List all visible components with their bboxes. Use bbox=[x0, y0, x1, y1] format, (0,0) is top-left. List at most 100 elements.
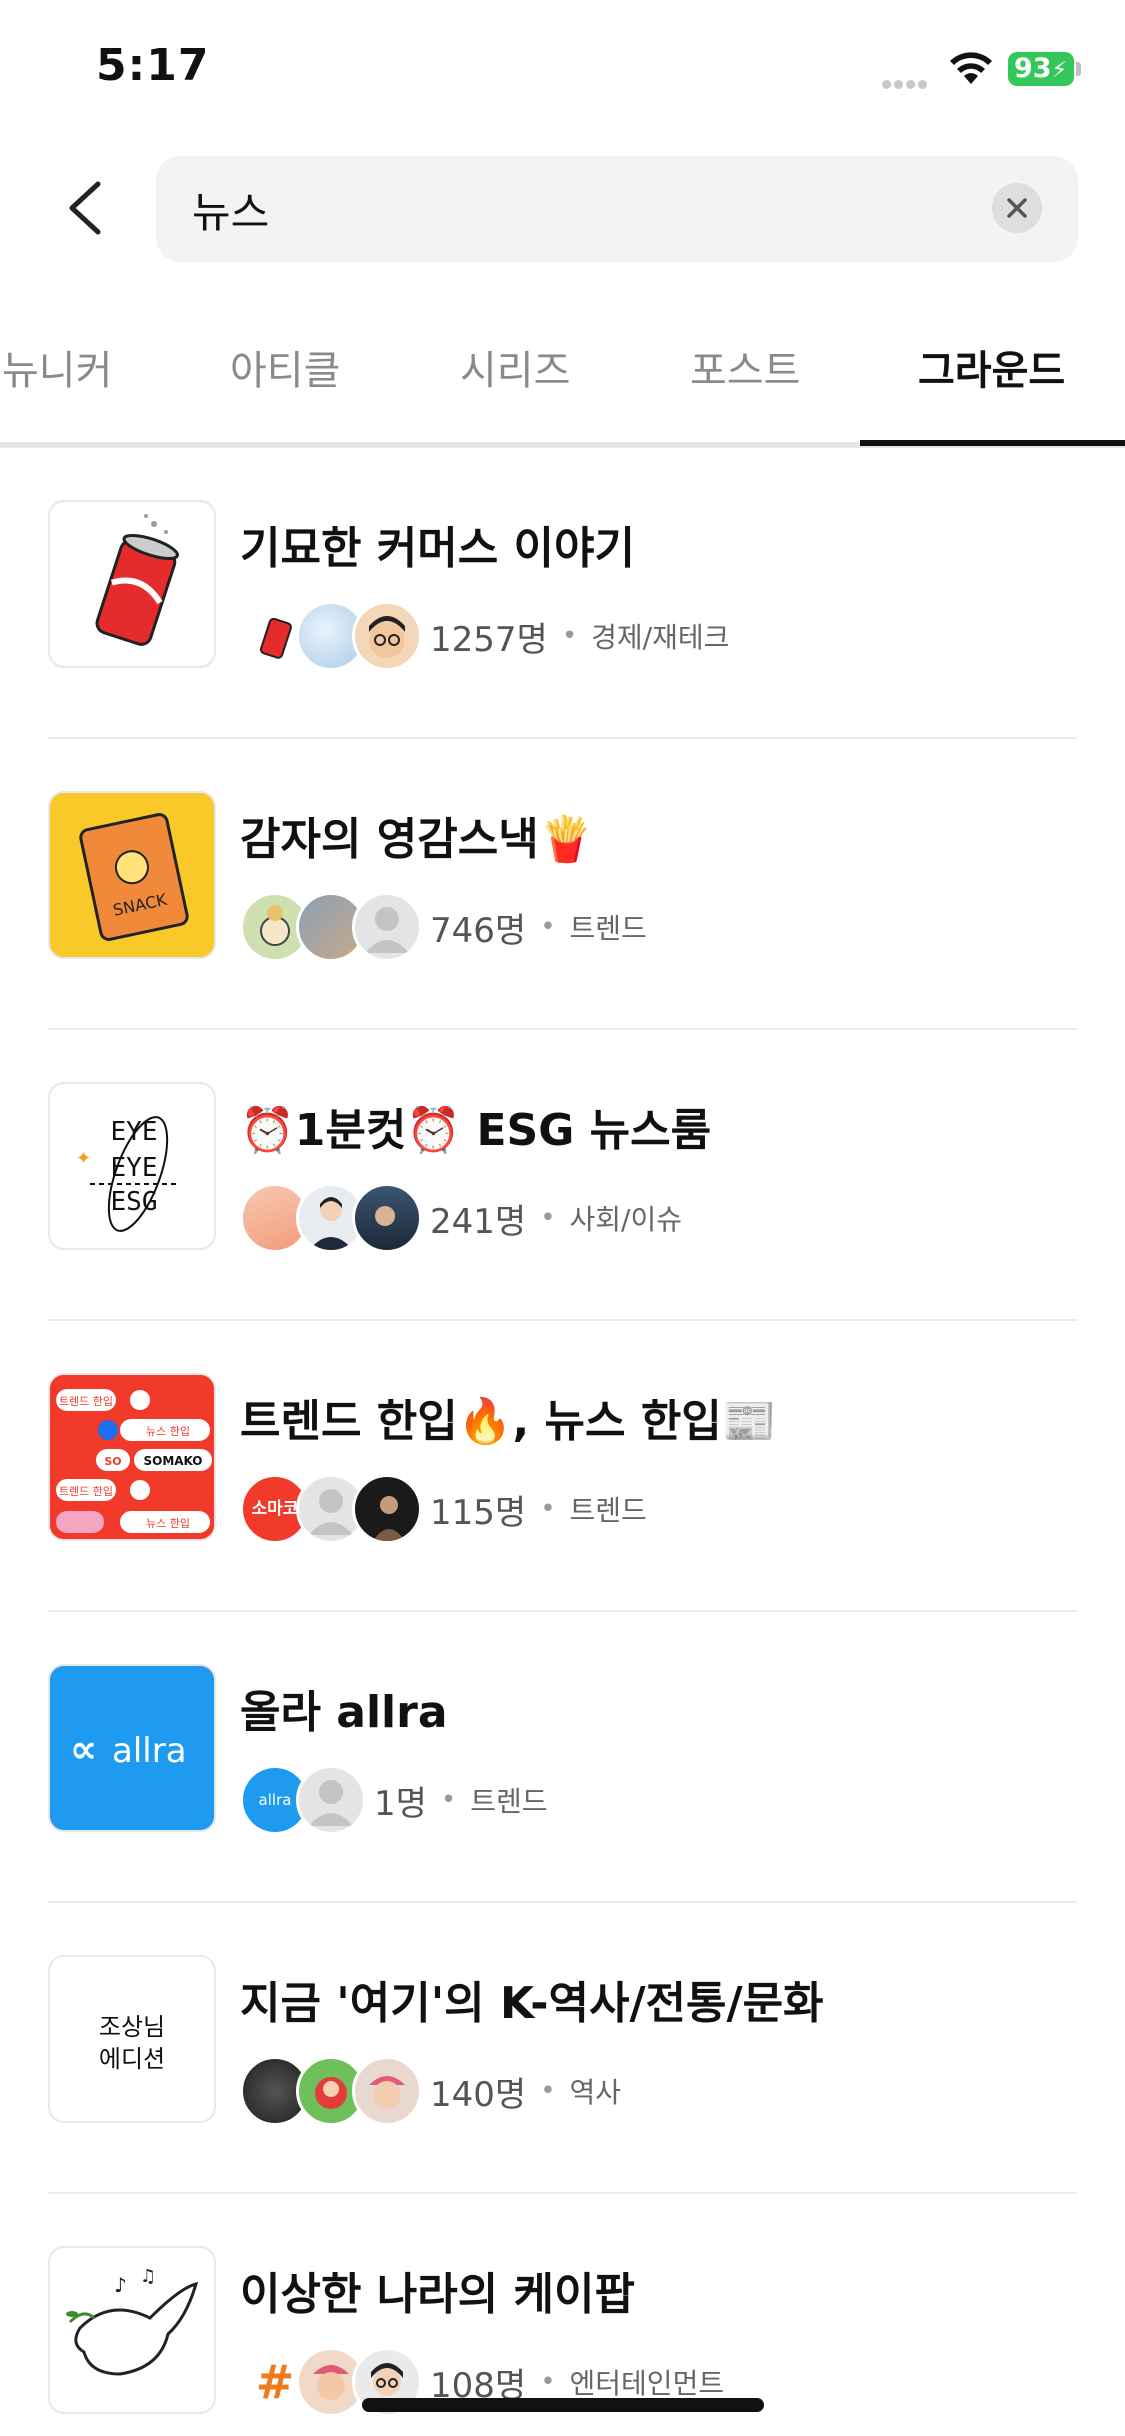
close-icon bbox=[1007, 198, 1027, 218]
avatar bbox=[352, 601, 422, 671]
somako-pill-6: 뉴스 한입 bbox=[146, 1517, 190, 1530]
ground-title: 올라 allra bbox=[240, 1687, 448, 1738]
avatar bbox=[352, 892, 422, 962]
status-bar: 5:17 93⚡ bbox=[0, 0, 1125, 140]
ground-thumbnail: 조상님 에디션 bbox=[48, 1955, 216, 2123]
ground-meta: 746명 • 트렌드 bbox=[240, 891, 647, 963]
avatar bbox=[352, 2056, 422, 2126]
tab-series[interactable]: 시리즈 bbox=[460, 338, 570, 396]
somako-pill-2: 뉴스 한입 bbox=[146, 1425, 190, 1438]
avatar bbox=[296, 1765, 366, 1835]
eye-esg-logo: EYE EYE ESG ✦ bbox=[50, 1084, 214, 1248]
back-arrow-icon[interactable] bbox=[60, 176, 116, 240]
edition-text-2: 에디션 bbox=[98, 2045, 166, 2073]
somako-pill-3: SO bbox=[104, 1455, 121, 1468]
ground-thumbnail: ♪ ♫ bbox=[48, 2246, 216, 2414]
ground-item[interactable]: 조상님 에디션 지금 '여기'의 K-역사/전통/문화 140명 • 역사 bbox=[0, 1903, 1125, 2194]
ground-item[interactable]: 트렌드 한입 뉴스 한입 SO SOMAKO 트렌드 한입 뉴스 한입 트렌드 … bbox=[0, 1321, 1125, 1612]
ground-title: ⏰1분컷⏰ ESG 뉴스룸 bbox=[240, 1105, 712, 1156]
member-avatars bbox=[240, 892, 422, 962]
ground-title: 기묘한 커머스 이야기 bbox=[240, 523, 635, 574]
dove-icon: ♪ ♫ bbox=[50, 2248, 214, 2412]
tab-newneeker[interactable]: 뉴니커 bbox=[2, 338, 112, 396]
ground-category: 엔터테인먼트 bbox=[569, 2367, 725, 2400]
member-avatars bbox=[240, 601, 422, 671]
tab-post[interactable]: 포스트 bbox=[690, 338, 800, 396]
battery-level: 93 bbox=[1014, 53, 1052, 84]
ground-meta: allra 1명 • 트렌드 bbox=[240, 1764, 548, 1836]
ground-category: 사회/이슈 bbox=[569, 1203, 683, 1236]
home-indicator[interactable] bbox=[362, 2398, 764, 2412]
svg-text:♪: ♪ bbox=[114, 2273, 127, 2297]
member-count: 1257명 bbox=[430, 619, 548, 660]
avatar-logo-text: 소마코 bbox=[251, 1499, 299, 1519]
status-time: 5:17 bbox=[96, 40, 210, 91]
ground-title: 감자의 영감스낵🍟 bbox=[240, 814, 594, 865]
member-count: 241명 bbox=[430, 1201, 527, 1242]
battery-nub bbox=[1076, 62, 1081, 76]
separator-dot: • bbox=[440, 1785, 457, 1815]
ground-category: 트렌드 bbox=[470, 1785, 548, 1818]
search-tabs: 뉴니커 아티클 시리즈 포스트 그라운드 bbox=[0, 300, 1125, 448]
ground-thumbnail: 트렌드 한입 뉴스 한입 SO SOMAKO 트렌드 한입 뉴스 한입 bbox=[48, 1373, 216, 1541]
member-count: 746명 bbox=[430, 910, 527, 951]
ground-item[interactable]: EYE EYE ESG ✦ ⏰1분컷⏰ ESG 뉴스룸 241명 • 사회/이슈 bbox=[0, 1030, 1125, 1321]
somako-pill-1: 트렌드 한입 bbox=[59, 1395, 113, 1408]
ground-category: 역사 bbox=[569, 2076, 622, 2109]
member-count: 1명 bbox=[374, 1783, 427, 1824]
ground-meta: 1257명 • 경제/재테크 bbox=[240, 600, 729, 672]
somako-pill-4: SOMAKO bbox=[143, 1454, 202, 1468]
ground-item[interactable]: 기묘한 커머스 이야기 1257명 • 경제/재테크 bbox=[0, 448, 1125, 739]
avatar bbox=[352, 1474, 422, 1544]
ground-meta: 241명 • 사회/이슈 bbox=[240, 1182, 682, 1254]
svg-text:∝: ∝ bbox=[70, 1727, 97, 1771]
battery-icon: 93⚡ bbox=[1008, 52, 1074, 86]
allra-text: allra bbox=[112, 1731, 187, 1771]
member-avatars: allra bbox=[240, 1765, 366, 1835]
active-tab-indicator bbox=[860, 440, 1125, 446]
edition-text-1: 조상님 bbox=[98, 2013, 166, 2041]
ground-category: 트렌드 bbox=[569, 912, 647, 945]
ground-item[interactable]: ∝ allra 올라 allra allra 1명 • 트렌드 bbox=[0, 1612, 1125, 1903]
ground-title: 트렌드 한입🔥, 뉴스 한입📰 bbox=[240, 1396, 777, 1447]
member-avatars: 소마코 bbox=[240, 1474, 422, 1544]
svg-text:✦: ✦ bbox=[76, 1148, 91, 1169]
tab-ground[interactable]: 그라운드 bbox=[918, 338, 1065, 396]
search-input[interactable] bbox=[192, 178, 972, 240]
ground-meta: 소마코 115명 • 트렌드 bbox=[240, 1473, 647, 1545]
tab-article[interactable]: 아티클 bbox=[230, 338, 340, 396]
ground-thumbnail: SNACK bbox=[48, 791, 216, 959]
wifi-icon bbox=[950, 52, 992, 84]
ground-item[interactable]: SNACK 감자의 영감스낵🍟 746명 • 트렌드 bbox=[0, 739, 1125, 1030]
separator-dot: • bbox=[540, 2367, 556, 2397]
separator-dot: • bbox=[561, 621, 578, 651]
search-bar bbox=[156, 156, 1078, 262]
ground-category: 경제/재테크 bbox=[591, 621, 730, 654]
ground-title: 이상한 나라의 케이팝 bbox=[240, 2269, 635, 2320]
ground-meta: 140명 • 역사 bbox=[240, 2055, 621, 2127]
separator-dot: • bbox=[540, 2076, 556, 2106]
member-avatars bbox=[240, 2056, 422, 2126]
allra-logo: ∝ allra bbox=[50, 1666, 214, 1830]
separator-dot: • bbox=[540, 912, 556, 942]
somako-banner: 트렌드 한입 뉴스 한입 SO SOMAKO 트렌드 한입 뉴스 한입 bbox=[50, 1375, 214, 1539]
ground-thumbnail: ∝ allra bbox=[48, 1664, 216, 1832]
member-count: 140명 bbox=[430, 2074, 527, 2115]
snack-bag-icon: SNACK bbox=[50, 793, 214, 957]
cellular-signal-icon bbox=[882, 74, 934, 89]
ground-thumbnail: EYE EYE ESG ✦ bbox=[48, 1082, 216, 1250]
ground-thumbnail bbox=[48, 500, 216, 668]
somako-pill-5: 트렌드 한입 bbox=[59, 1485, 113, 1498]
member-avatars bbox=[240, 1183, 422, 1253]
separator-dot: • bbox=[540, 1494, 556, 1524]
soda-can-icon bbox=[50, 502, 214, 666]
member-count: 115명 bbox=[430, 1492, 527, 1533]
avatar bbox=[352, 1183, 422, 1253]
clear-search-button[interactable] bbox=[992, 183, 1042, 233]
ground-title: 지금 '여기'의 K-역사/전통/문화 bbox=[240, 1978, 824, 2029]
svg-text:♫: ♫ bbox=[140, 2266, 156, 2287]
avatar-allra-text: allra bbox=[258, 1791, 292, 1809]
separator-dot: • bbox=[540, 1203, 556, 1233]
ground-category: 트렌드 bbox=[569, 1494, 647, 1527]
eye-text-1: EYE bbox=[111, 1117, 158, 1147]
